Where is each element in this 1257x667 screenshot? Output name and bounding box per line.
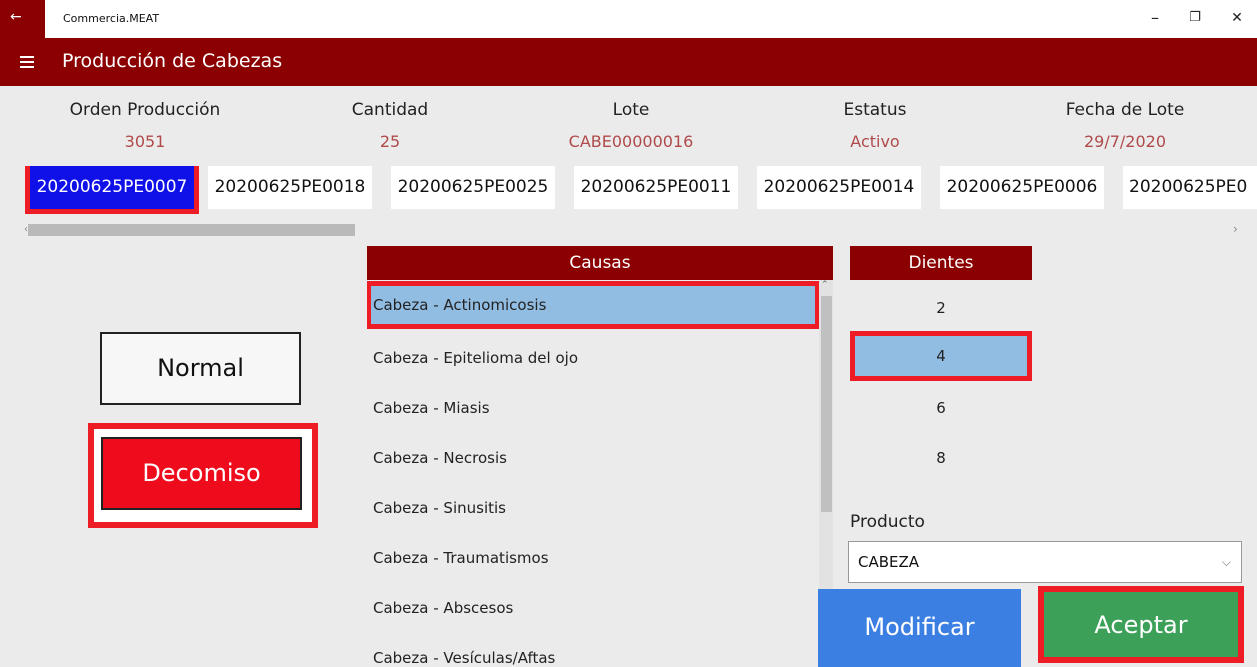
producto-dropdown[interactable]: CABEZA ⌵ [848,541,1242,583]
info-label: Lote [612,100,650,120]
causa-item[interactable]: Cabeza - Actinomicosis [367,281,820,329]
dientes-header: Dientes [850,246,1032,280]
scroll-right-icon[interactable]: › [1233,222,1238,236]
info-label: Fecha de Lote [1065,100,1185,120]
causa-item[interactable]: Cabeza - Miasis [367,383,819,433]
producto-label: Producto [850,512,925,532]
info-value: Activo [850,132,900,151]
decomiso-button[interactable]: Decomiso [101,437,302,510]
causa-item[interactable]: Cabeza - Epitelioma del ojo [367,333,819,383]
causa-item[interactable]: Cabeza - Abscesos [367,583,819,633]
window-title: Commercia.MEAT [63,12,160,25]
lot-chip[interactable]: 20200625PE0014 [757,166,921,209]
chevron-down-icon: ⌵ [1221,555,1231,569]
lot-chip[interactable]: 20200625PE0018 [208,166,372,209]
lot-chip[interactable]: 20200625PE0 [1123,166,1257,209]
lot-chip[interactable]: 20200625PE0006 [940,166,1104,209]
back-arrow-icon: ← [10,9,22,25]
info-fecha-lote: Fecha de Lote 29/7/2020 [1050,100,1200,151]
diente-item[interactable]: 6 [850,383,1032,433]
lot-chip[interactable]: 20200625PE0011 [574,166,738,209]
hamburger-menu-icon[interactable] [20,56,34,68]
modificar-button[interactable]: Modificar [818,589,1021,667]
diente-item[interactable]: 8 [850,433,1032,483]
app-header: Producción de Cabezas [0,38,1257,86]
info-label: Cantidad [351,100,429,120]
info-lote: Lote CABE00000016 [556,100,706,151]
producto-value: CABEZA [858,553,920,571]
info-cantidad: Cantidad 25 [320,100,460,151]
causas-list: Cabeza - Actinomicosis Cabeza - Epitelio… [367,280,833,667]
causas-header: Causas [367,246,833,280]
restore-icon[interactable]: ❐ [1180,8,1210,28]
diente-item[interactable]: 4 [850,331,1032,381]
minimize-icon[interactable]: – [1140,8,1170,28]
back-button[interactable]: ← [0,0,45,38]
info-value: 25 [379,132,401,151]
horizontal-scrollbar-thumb[interactable] [28,224,355,236]
info-value: 3051 [124,132,166,151]
aceptar-button[interactable]: Aceptar [1044,592,1238,657]
scroll-up-icon[interactable]: ⌃ [821,280,829,290]
info-value: CABE00000016 [568,132,694,151]
window-titlebar: ← Commercia.MEAT – ❐ ✕ [0,0,1257,38]
causa-item[interactable]: Cabeza - Vesículas/Aftas [367,633,819,667]
normal-button[interactable]: Normal [100,332,301,405]
lot-chip[interactable]: 20200625PE0007 [25,166,199,214]
causas-scrollbar-thumb[interactable] [821,296,832,512]
diente-item[interactable]: 2 [850,283,1032,333]
info-orden-produccion: Orden Producción 3051 [60,100,230,151]
causa-item[interactable]: Cabeza - Traumatismos [367,533,819,583]
lot-chip[interactable]: 20200625PE0025 [391,166,555,209]
page-title: Producción de Cabezas [62,50,283,72]
info-estatus: Estatus Activo [815,100,935,151]
causa-item[interactable]: Cabeza - Sinusitis [367,483,819,533]
causa-item[interactable]: Cabeza - Necrosis [367,433,819,483]
close-icon[interactable]: ✕ [1222,8,1252,28]
info-label: Orden Producción [69,100,221,120]
info-value: 29/7/2020 [1083,132,1167,151]
info-label: Estatus [843,100,907,120]
